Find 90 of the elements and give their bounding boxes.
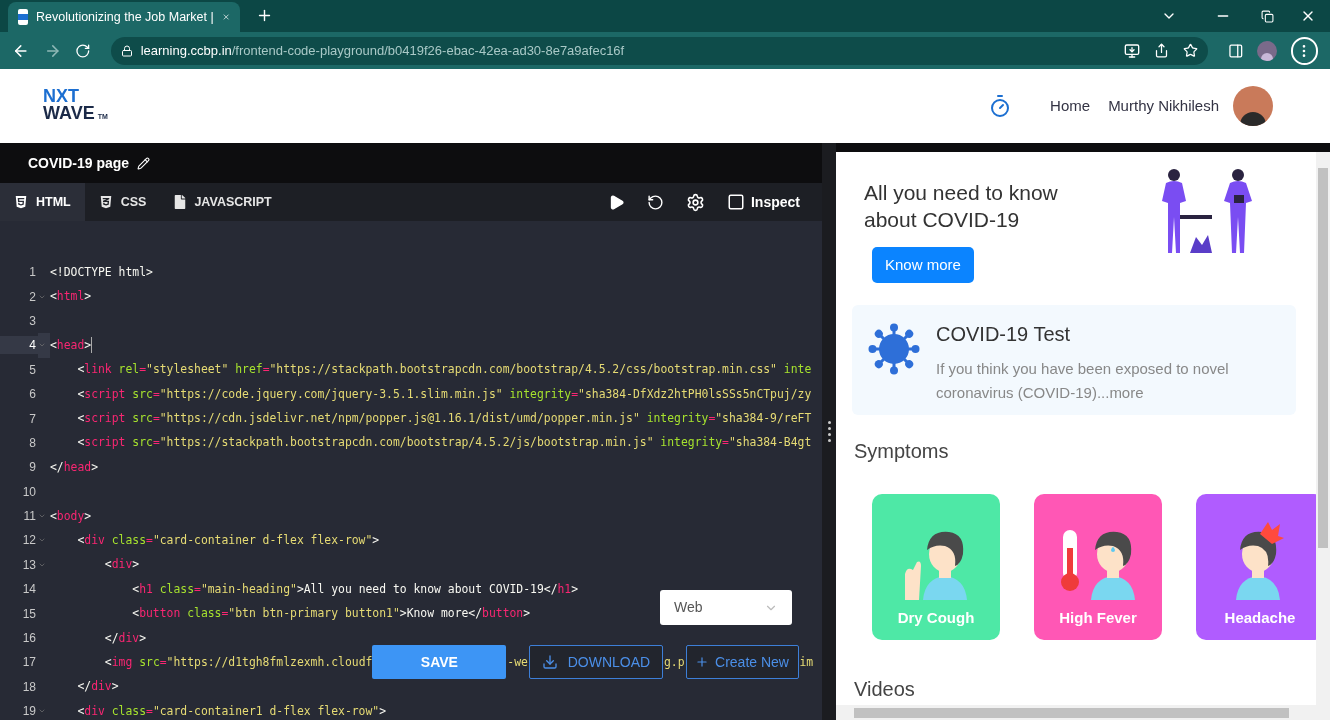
line-number: 6 [28,386,37,404]
download-icon [541,654,558,671]
line-number: 3 [28,312,37,330]
line-number: 14 [21,581,37,599]
code-line: <img src="https://d1tgh8fmlzexmh.cloudf [103,653,373,671]
code-fragment: im [798,653,815,671]
bookmark-star-icon[interactable] [1182,43,1198,58]
code-line: <script src="https://cdn.jsdelivr.net/npm/popper.js@1.16.1/dist/umd/popper.min.js" integrity="sha384-9/reFT [76,410,812,427]
code-line: </div> [103,629,146,647]
line-number: 5 [28,361,37,379]
install-icon[interactable] [1123,42,1140,59]
test-card-text: If you think you have been exposed to novel coronavirus (COVID-19)...more [936,359,1230,403]
browser-tab[interactable]: Revolutionizing the Job Market | [8,2,240,32]
line-number: 12 [21,532,37,550]
code-line: <body> [50,507,92,525]
editor-tab[interactable]: JAVASCRIPT [160,183,286,221]
menu-icon[interactable] [1290,36,1318,65]
code-line: </head> [50,458,98,476]
code-line: <div class="card-container1 d-flex flex-row"> [76,702,387,720]
editor-tab[interactable]: CSS [84,183,161,221]
run-icon[interactable] [608,193,625,211]
share-icon[interactable] [1153,43,1169,58]
favicon-icon [18,9,28,25]
line-number: 9 [28,459,37,477]
line-number: 18 [21,678,37,696]
symptom-label: High Fever [1059,608,1137,628]
profile-avatar-icon[interactable] [1257,40,1277,61]
line-number: 7 [28,410,37,428]
horizontal-scrollbar[interactable] [836,705,1330,720]
symptom-label: Dry Cough [897,608,975,628]
code-line: <h1 class="main-heading">All you need to know about COVID-19</h1> [131,580,579,598]
line-number: 1 [28,264,37,282]
know-more-button[interactable]: Know more [872,247,974,283]
videos-heading: Videos [854,677,916,702]
user-avatar[interactable] [1233,86,1273,126]
code-line: <div> [103,556,140,574]
file-icon [174,195,187,209]
code-line: </div> [76,678,119,696]
css-file-icon [98,195,113,209]
user-name: Murthy Nikhilesh [1108,95,1219,116]
nav-link[interactable]: Home [1050,94,1091,118]
code-fragment: g.p [662,653,686,671]
checkbox-icon [727,193,745,211]
vertical-scrollbar[interactable] [1316,152,1330,705]
line-number: 15 [21,605,37,623]
project-title: COVID-19 page [28,153,130,173]
line-number: 4 [0,336,38,355]
code-fragment: -we [506,653,529,671]
code-line: <html> [50,288,92,306]
symptoms-heading: Symptoms [854,439,950,464]
reload-icon[interactable] [75,42,91,59]
code-line: <div class="card-container d-flex flex-row"> [76,531,380,549]
line-number: 13 [21,556,37,574]
inspect-checkbox[interactable]: Inspect [727,191,800,213]
hero-heading: All you need to know about COVID-19 [864,180,1059,233]
plus-icon [695,655,710,670]
editor-tab[interactable]: HTML [0,183,85,221]
code-line: <head> [50,336,92,354]
test-card-title: COVID-19 Test [936,322,1072,347]
line-number: 16 [21,630,37,648]
new-tab-icon[interactable] [256,7,273,24]
virus-icon [868,323,920,375]
code-line: <script src="https://code.jquery.com/jquery-3.5.1.slim.min.js" integrity="sha384-DfXdz2htPH0lsSSs5nCTpuj/zy [76,385,812,403]
address-bar[interactable]: learning.ccbp.in/frontend-code-playground/b0419f26-ebac-42ea-ad30-8e7a9afec16f [110,36,1208,65]
create-new-button[interactable]: Create New [685,645,799,680]
symptom-card[interactable]: Headache [1196,494,1316,640]
code-line: <script src="https://stackpath.bootstrapcdn.com/bootstrap/4.5.2/js/bootstrap.min.js" integrity="sha384-B4gt [76,434,812,452]
drag-handle-icon[interactable] [827,421,831,442]
html-file-icon [14,195,28,209]
code-line: <button class="btn btn-primary button1">Know more</button> [131,605,531,623]
settings-icon[interactable] [686,192,705,212]
text-cursor [91,337,93,354]
line-number: 17 [21,654,37,672]
line-number: 10 [21,483,37,501]
side-panel-icon[interactable] [1227,42,1244,59]
download-button[interactable]: DOWNLOAD [528,645,663,680]
url-text: learning.ccbp.in/frontend-code-playground/b0419f26-ebac-42ea-ad30-8e7a9afec16f [140,41,625,60]
line-number: 19 [21,703,37,720]
reset-icon[interactable] [647,193,664,211]
symptom-label: Headache [1224,608,1296,628]
lock-icon [120,44,133,57]
code-line: <link rel="stylesheet" href="https://stackpath.bootstrapcdn.com/bootstrap/4.5.2/css/bootstrap.min.css" inte [76,361,812,379]
tab-title: Revolutionizing the Job Market | [36,8,214,26]
line-number: 8 [28,434,37,452]
line-number: 11 [22,508,37,526]
code-line: <!DOCTYPE html> [50,263,153,281]
restore-icon[interactable] [1261,9,1274,23]
target-select[interactable]: Web [660,590,792,625]
line-number: 2 [28,288,37,306]
edit-icon[interactable] [137,156,151,170]
